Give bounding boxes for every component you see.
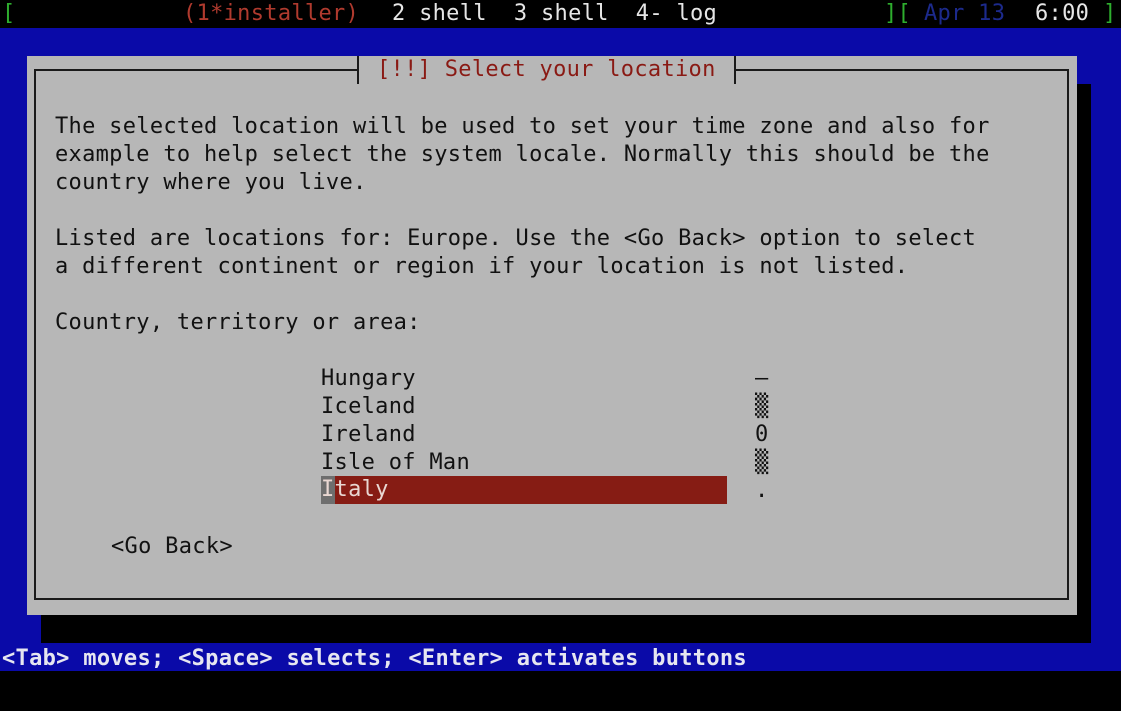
window-tab-installer[interactable]: (1*installer)	[183, 0, 359, 28]
status-date: Apr 13	[924, 1, 1006, 26]
help-bar: <Tab> moves; <Space> selects; <Enter> ac…	[0, 643, 1121, 671]
status-bar: [ (1*installer) 2 shell 3 shell 4- log ]…	[0, 0, 1121, 28]
status-left-bracket: [	[2, 1, 16, 26]
scrollbar-track-2[interactable]: ▒	[755, 449, 769, 477]
list-prompt: Country, territory or area:	[55, 310, 421, 335]
description-line-3: country where you live.	[55, 170, 367, 195]
scrollbar-track-1[interactable]: ▒	[755, 393, 769, 421]
description-line-1: The selected location will be used to se…	[55, 114, 990, 139]
status-right-bracket-close: ]	[1103, 1, 1117, 26]
country-option-isle-of-man[interactable]: Isle of Man	[321, 449, 470, 477]
scrollbar-bottom[interactable]: .	[755, 477, 769, 505]
country-option-ireland[interactable]: Ireland	[321, 421, 416, 449]
scrollbar-top[interactable]: –	[755, 365, 769, 393]
region-note-line-2: a different continent or region if your …	[55, 254, 909, 279]
country-option-italy-label: Italy	[321, 477, 389, 502]
status-time: 6:00	[1035, 1, 1090, 26]
status-right-bracket-open: ][	[884, 1, 912, 26]
description-line-2: example to help select the system locale…	[55, 142, 990, 167]
go-back-button[interactable]: <Go Back>	[111, 533, 233, 561]
help-text: <Tab> moves; <Space> selects; <Enter> ac…	[2, 646, 747, 671]
dialog-title: [!!] Select your location	[357, 56, 736, 84]
window-tabs[interactable]: 2 shell 3 shell 4- log	[392, 0, 717, 28]
country-option-iceland[interactable]: Iceland	[321, 393, 416, 421]
scrollbar-thumb[interactable]: 0	[755, 421, 769, 449]
country-option-hungary[interactable]: Hungary	[321, 365, 416, 393]
region-note-line-1: Listed are locations for: Europe. Use th…	[55, 226, 977, 251]
terminal-bottom	[0, 671, 1121, 711]
